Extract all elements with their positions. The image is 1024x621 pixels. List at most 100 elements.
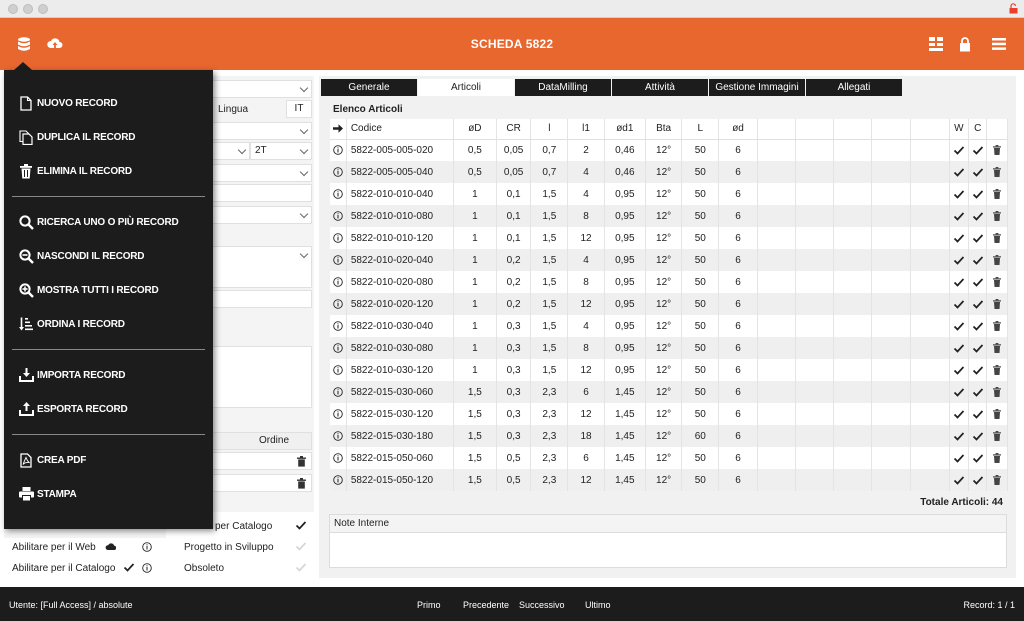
info-icon[interactable] (330, 249, 347, 271)
window-close-button[interactable] (8, 4, 18, 14)
info-icon[interactable] (330, 469, 347, 491)
table-row[interactable]: 5822-010-010-080 1 0,1 1,5 8 0,95 12° 50 6 (330, 205, 1008, 227)
trash-icon[interactable] (297, 456, 306, 467)
table-row[interactable]: 5822-010-030-040 1 0,3 1,5 4 0,95 12° 50 6 (330, 315, 1008, 337)
layout-grid-icon[interactable] (925, 33, 947, 55)
info-icon[interactable] (330, 337, 347, 359)
trash-icon[interactable] (986, 293, 1008, 315)
trash-icon[interactable] (986, 271, 1008, 293)
trash-icon[interactable] (986, 249, 1008, 271)
column-header[interactable]: W (949, 119, 970, 140)
checkmark-icon[interactable] (949, 161, 970, 183)
menu-item-esporta-record[interactable]: ESPORTA RECORD (18, 399, 128, 419)
checkmark-icon[interactable] (296, 542, 306, 551)
window-zoom-button[interactable] (38, 4, 48, 14)
menu-item-crea-pdf[interactable]: CREA PDF (18, 450, 86, 470)
checkmark-icon[interactable] (968, 293, 988, 315)
checkmark-icon[interactable] (949, 227, 970, 249)
lock-icon[interactable] (954, 33, 976, 55)
checkmark-icon[interactable] (949, 293, 970, 315)
table-row[interactable]: 5822-010-020-120 1 0,2 1,5 12 0,95 12° 50 6 (330, 293, 1008, 315)
notes-box[interactable]: Note Interne (329, 514, 1007, 568)
checkmark-icon[interactable] (968, 249, 988, 271)
arrow-right-icon[interactable] (330, 119, 347, 140)
info-icon[interactable] (142, 542, 152, 552)
trash-icon[interactable] (986, 139, 1008, 161)
checkmark-icon[interactable] (968, 315, 988, 337)
info-icon[interactable] (330, 293, 347, 315)
form-select-4[interactable]: 2T (250, 142, 312, 160)
column-header[interactable]: l (530, 119, 569, 140)
checkmark-icon[interactable] (949, 359, 970, 381)
table-row[interactable]: 5822-010-020-040 1 0,2 1,5 4 0,95 12° 50 6 (330, 249, 1008, 271)
info-icon[interactable] (330, 205, 347, 227)
table-row[interactable]: 5822-010-030-120 1 0,3 1,5 12 0,95 12° 50 6 (330, 359, 1008, 381)
column-header[interactable]: l1 (567, 119, 605, 140)
checkmark-icon[interactable] (968, 337, 988, 359)
checkmark-icon[interactable] (968, 271, 988, 293)
info-icon[interactable] (330, 359, 347, 381)
column-header[interactable]: ød1 (604, 119, 646, 140)
checkmark-icon[interactable] (968, 205, 988, 227)
info-icon[interactable] (330, 271, 347, 293)
window-minimize-button[interactable] (23, 4, 33, 14)
checkmark-icon[interactable] (968, 227, 988, 249)
checkmark-icon[interactable] (968, 403, 988, 425)
checkmark-icon[interactable] (296, 563, 306, 572)
checkmark-icon[interactable] (968, 381, 988, 403)
form-select-2[interactable] (206, 122, 312, 140)
trash-icon[interactable] (986, 337, 1008, 359)
column-header[interactable]: C (968, 119, 988, 140)
checkmark-icon[interactable] (949, 337, 970, 359)
checkmark-icon[interactable] (968, 359, 988, 381)
lock-open-icon[interactable] (1009, 3, 1018, 14)
info-icon[interactable] (330, 315, 347, 337)
menu-item-nuovo-record[interactable]: NUOVO RECORD (18, 93, 118, 113)
tab-attivita[interactable]: Attività (612, 79, 708, 96)
menu-item-importa-record[interactable]: IMPORTA RECORD (18, 365, 126, 385)
checkmark-icon[interactable] (949, 271, 970, 293)
checkmark-icon[interactable] (968, 183, 988, 205)
next-record-button[interactable]: Successivo (519, 600, 565, 610)
table-row[interactable]: 5822-005-005-020 0,5 0,05 0,7 2 0,46 12° 50 6 (330, 139, 1008, 161)
checkmark-icon[interactable] (949, 249, 970, 271)
tab-generale[interactable]: Generale (321, 79, 417, 96)
column-header[interactable]: øD (453, 119, 497, 140)
column-header[interactable]: Codice (346, 119, 454, 140)
info-icon[interactable] (330, 425, 347, 447)
trash-icon[interactable] (297, 478, 306, 489)
table-row[interactable]: 5822-015-050-120 1,5 0,5 2,3 12 1,45 12° 50 6 (330, 469, 1008, 491)
form-select-5[interactable] (206, 164, 312, 182)
form-field-8[interactable] (206, 290, 312, 308)
table-row[interactable]: 5822-015-030-120 1,5 0,3 2,3 12 1,45 12° 50 6 (330, 403, 1008, 425)
column-header[interactable]: CR (496, 119, 532, 140)
form-textarea-2[interactable] (206, 346, 312, 408)
info-icon[interactable] (142, 563, 152, 573)
table-row[interactable]: 5822-015-050-060 1,5 0,5 2,3 6 1,45 12° 50 6 (330, 447, 1008, 469)
trash-icon[interactable] (986, 381, 1008, 403)
menu-item-ricerca-record[interactable]: RICERCA UNO O PIÙ RECORD (18, 212, 179, 232)
column-header[interactable]: ød (718, 119, 758, 140)
menu-item-ordina-record[interactable]: ORDINA I RECORD (18, 314, 125, 334)
info-icon[interactable] (330, 161, 347, 183)
checkmark-icon[interactable] (968, 139, 988, 161)
table-row[interactable]: 5822-010-010-120 1 0,1 1,5 12 0,95 12° 50 6 (330, 227, 1008, 249)
table-row[interactable]: 5822-015-030-060 1,5 0,3 2,3 6 1,45 12° 50 6 (330, 381, 1008, 403)
trash-icon[interactable] (986, 469, 1008, 491)
menu-item-stampa[interactable]: STAMPA (18, 484, 77, 504)
checkmark-icon[interactable] (949, 205, 970, 227)
trash-icon[interactable] (986, 161, 1008, 183)
menu-item-duplica-record[interactable]: DUPLICA IL RECORD (18, 127, 135, 147)
form-select-1[interactable] (206, 80, 312, 98)
info-icon[interactable] (330, 227, 347, 249)
info-icon[interactable] (330, 447, 347, 469)
column-header[interactable]: L (681, 119, 720, 140)
form-textarea-1[interactable] (206, 246, 312, 288)
info-icon[interactable] (330, 139, 347, 161)
checkmark-icon[interactable] (949, 381, 970, 403)
table-row[interactable]: 5822-010-010-040 1 0,1 1,5 4 0,95 12° 50 6 (330, 183, 1008, 205)
checkmark-icon[interactable] (949, 183, 970, 205)
tab-gestione-immagini[interactable]: Gestione Immagini (709, 79, 805, 96)
column-header[interactable]: Bta (645, 119, 683, 140)
info-icon[interactable] (330, 403, 347, 425)
